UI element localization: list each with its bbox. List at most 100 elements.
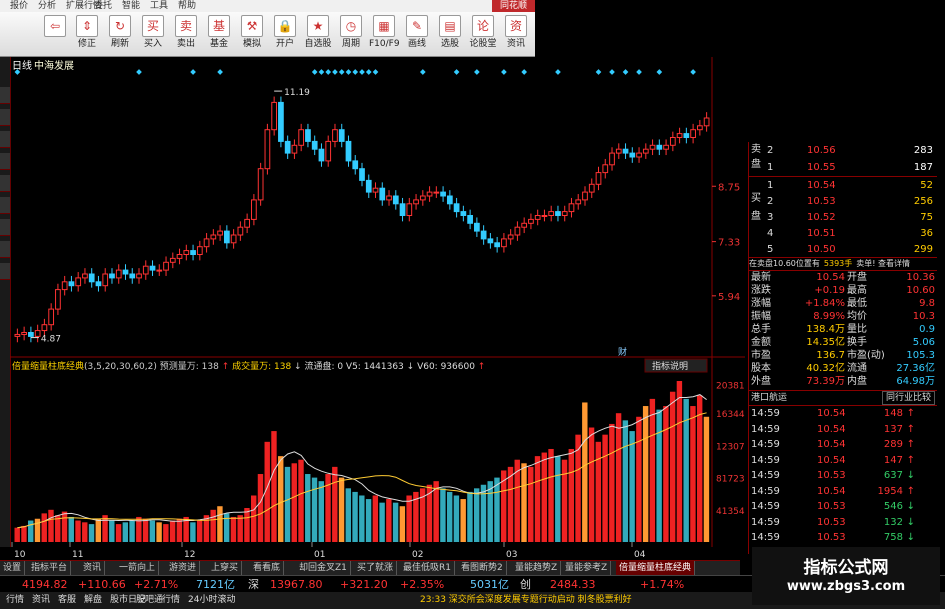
toolbar-button[interactable]: 资资讯 [501, 15, 531, 51]
indicator-tab[interactable]: 一箭向上 [116, 561, 160, 575]
indicator-tab[interactable]: 看看底 [250, 561, 285, 575]
indicator-tab[interactable]: 倍量缩量柱底经典 [616, 561, 696, 575]
signal-marker [636, 69, 642, 75]
candle-body [683, 133, 690, 138]
status-link[interactable]: 客服 [58, 592, 76, 609]
volume-bar [555, 456, 561, 542]
toolbar-button[interactable]: ⇕ 修正 [72, 15, 102, 51]
status-link[interactable]: 解盘 [84, 592, 102, 609]
side-tab[interactable] [0, 263, 10, 280]
indicator-tab[interactable]: 指标平台 [28, 561, 72, 575]
volume-bar [690, 406, 696, 542]
bid-row[interactable]: 1 10.54 52 [749, 177, 937, 194]
menu-item[interactable]: 分析 [38, 0, 56, 12]
menu-item[interactable]: 工具 [150, 0, 168, 12]
menu-item[interactable]: 智能 [122, 0, 140, 12]
status-link[interactable]: 股吧通 [136, 592, 163, 609]
large-order-note[interactable]: 在卖盘10.60位置有 5393手 卖单! 查看详情 [749, 257, 937, 271]
tick-row: 14:59 10.53 546 ↓ [749, 499, 937, 514]
menu-item[interactable]: 委托 [94, 0, 112, 12]
toolbar-button[interactable]: 买买入 [138, 15, 168, 51]
toolbar-button[interactable]: ▦ F10/F9 [369, 15, 400, 51]
candle-body [676, 133, 683, 138]
menu-item[interactable]: 帮助 [178, 0, 196, 12]
toolbar-button[interactable]: 基基金 [204, 15, 234, 51]
candle-body [460, 211, 467, 217]
toolbar-button[interactable]: 卖卖出 [171, 15, 201, 51]
side-tab[interactable] [0, 197, 10, 214]
toolbar-button[interactable]: ⇦ [40, 15, 70, 37]
news-ticker[interactable]: 23:33 深交所会深度发展专题行动启动 刺冬股票利好 [420, 592, 632, 609]
indicator-tab[interactable]: 资讯 [80, 561, 106, 575]
volume-bar [636, 416, 642, 542]
toolbar-button[interactable]: ▤ 选股 [435, 15, 465, 51]
status-link[interactable]: 24小时滚动 [188, 592, 235, 609]
stat-value: 73.39万 [806, 376, 845, 387]
side-tab[interactable] [0, 153, 10, 170]
bid-row[interactable]: 2 10.53 256 [749, 193, 937, 210]
toolbar-button[interactable]: ⚒ 模拟 [237, 15, 267, 51]
indicator-tab[interactable]: 设置 [0, 561, 26, 575]
candle-body [257, 168, 264, 201]
chart-area[interactable]: 8.75 7.33 5.94 11.19 4.87 财倍量缩量柱底经典(3,5,20,30… [10, 57, 756, 560]
volume-bar [122, 522, 129, 542]
bid-row[interactable]: 5 10.50 299 [749, 241, 937, 258]
candle-body [386, 195, 392, 201]
candle-body [501, 238, 507, 248]
candle-body [109, 273, 115, 279]
stat-value: 10.60 [906, 285, 935, 296]
indicator-tab[interactable]: 买了就涨 [354, 561, 398, 575]
kline-chart[interactable]: 8.75 7.33 5.94 11.19 4.87 财倍量缩量柱底经典(3,5,20,30… [10, 57, 756, 562]
menu-item[interactable]: 报价 [10, 0, 28, 12]
watermark-url: www.zbgs3.com [786, 579, 906, 594]
bid-volume: 52 [920, 180, 933, 191]
indicator-tab[interactable]: 最佳低吸R1 [400, 561, 455, 575]
status-link[interactable]: 行情 [6, 592, 24, 609]
tick-volume: 289 [883, 439, 903, 450]
stat-label: 市盈(动) [847, 350, 885, 361]
indicator-tab[interactable]: 量能参考Z [562, 561, 612, 575]
ask-row[interactable]: 1 10.55 187 [749, 159, 937, 176]
toolbar-button[interactable]: ↻ 刷新 [105, 15, 135, 51]
toolbar-button[interactable]: ★ 自选股 [303, 15, 333, 51]
candle-body [568, 203, 575, 213]
toolbar-button[interactable]: 论论股堂 [468, 15, 498, 51]
sector-link[interactable]: 港口航运 [751, 391, 787, 405]
volume-bar [528, 466, 534, 542]
month-label: 10 [14, 550, 26, 560]
peer-compare-button[interactable]: 同行业比较 [881, 391, 935, 405]
side-tab[interactable] [0, 219, 10, 236]
stat-label: 均价 [847, 311, 867, 322]
toolbar-label: 周期 [341, 39, 360, 49]
candle-body [55, 289, 61, 310]
toolbar-button[interactable]: ◷ 周期 [336, 15, 366, 51]
bid-row[interactable]: 4 10.51 36 [749, 225, 937, 242]
volume-bar [345, 488, 352, 542]
indicator-tab[interactable]: 上穿买 [208, 561, 243, 575]
toolbar-button[interactable]: ✎ 画线 [402, 15, 432, 51]
side-tab[interactable] [0, 175, 10, 192]
status-link[interactable]: 行情 [162, 592, 180, 609]
side-tab[interactable] [0, 109, 10, 126]
side-tab[interactable] [0, 87, 10, 104]
tick-volume: 137 [883, 423, 903, 435]
side-tab[interactable] [0, 241, 10, 258]
signal-marker [338, 69, 345, 75]
candle-body [602, 164, 609, 174]
ask-row[interactable]: 2 10.56 283 [749, 142, 937, 159]
volume-bar [257, 474, 264, 542]
period-label[interactable]: 日线 [12, 57, 32, 72]
volume-bar [156, 522, 162, 542]
indicator-tab[interactable]: 看图断势2 [458, 561, 507, 575]
indicator-tab[interactable]: 游资进 [166, 561, 201, 575]
toolbar-button[interactable]: 🔒 开户 [270, 15, 300, 51]
bid-row[interactable]: 3 10.52 75 [749, 209, 937, 226]
status-link[interactable]: 资讯 [32, 592, 50, 609]
indicator-tab[interactable]: 量能趋势Z [512, 561, 562, 575]
volume-bar [244, 508, 250, 542]
volume-bar [28, 520, 34, 542]
indicator-tab[interactable]: 却回金叉Z1 [296, 561, 351, 575]
volume-bar [615, 413, 622, 542]
side-tab[interactable] [0, 131, 10, 148]
arrow-down-icon: ↓ [906, 470, 915, 481]
